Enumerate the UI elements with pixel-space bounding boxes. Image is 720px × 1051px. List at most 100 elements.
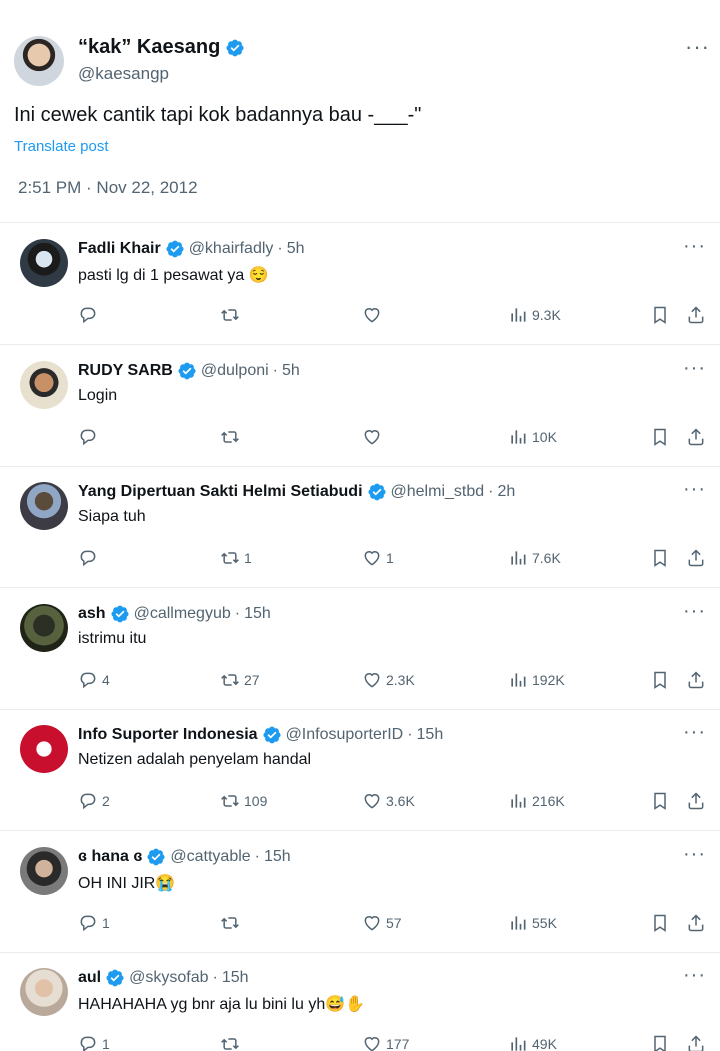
retweet-button[interactable]: 27	[220, 670, 260, 690]
like-button[interactable]: 177	[362, 1034, 409, 1051]
views-button[interactable]: 49K	[508, 1034, 557, 1051]
reply-time[interactable]: 15h	[222, 969, 249, 987]
more-icon[interactable]: ···	[683, 357, 706, 380]
reply-handle[interactable]: @skysofab	[129, 969, 208, 987]
reply-author-name[interactable]: ɞ hana ɞ	[78, 848, 142, 866]
main-handle[interactable]: @kaesangp	[78, 64, 169, 84]
reply-button[interactable]: 1	[78, 913, 110, 933]
bookmark-button[interactable]	[650, 305, 670, 325]
reply-item[interactable]: ash @callmegyub · 15h ··· istrimu itu 4 27 2.3K 1…	[0, 588, 720, 709]
views-button[interactable]: 7.6K	[508, 548, 561, 568]
avatar[interactable]	[20, 725, 68, 773]
reply-button[interactable]	[78, 548, 102, 568]
more-icon[interactable]: ···	[683, 235, 706, 258]
view-count: 9.3K	[532, 307, 561, 323]
reply-item[interactable]: Info Suporter Indonesia @InfosuporterID · 1…	[0, 709, 720, 830]
avatar[interactable]	[20, 239, 68, 287]
like-button[interactable]: 57	[362, 913, 402, 933]
reply-item[interactable]: Fadli Khair @khairfadly · 5h ··· pasti lg di …	[0, 223, 720, 344]
like-button[interactable]	[362, 305, 386, 325]
retweet-button[interactable]: 109	[220, 791, 267, 811]
views-button[interactable]: 192K	[508, 670, 565, 690]
reply-author-name[interactable]: aul	[78, 969, 101, 987]
retweet-button[interactable]	[220, 1034, 244, 1051]
reply-handle[interactable]: @khairfadly	[189, 240, 274, 258]
more-icon[interactable]: ···	[683, 843, 706, 866]
reply-handle[interactable]: @helmi_stbd	[391, 483, 485, 501]
reply-time[interactable]: 5h	[287, 240, 305, 258]
retweet-button[interactable]	[220, 427, 244, 447]
more-icon[interactable]: ···	[683, 600, 706, 623]
more-icon[interactable]: ···	[683, 478, 706, 501]
reply-button[interactable]: 1	[78, 1034, 110, 1051]
reply-handle[interactable]: @InfosuporterID	[286, 726, 404, 744]
main-display-name[interactable]: “kak” Kaesang	[78, 36, 220, 59]
reply-author-name[interactable]: Yang Dipertuan Sakti Helmi Setiabudi	[78, 483, 363, 501]
retweet-button[interactable]	[220, 913, 244, 933]
share-button[interactable]	[686, 913, 706, 933]
reply-handle[interactable]: @callmegyub	[134, 605, 231, 623]
reply-button[interactable]: 4	[78, 670, 110, 690]
share-button[interactable]	[686, 670, 706, 690]
bookmark-button[interactable]	[650, 548, 670, 568]
reply-time[interactable]: 5h	[282, 362, 300, 380]
translate-post-link[interactable]: Translate post	[14, 138, 109, 155]
share-button[interactable]	[686, 791, 706, 811]
bookmark-button[interactable]	[650, 791, 670, 811]
reply-header: Fadli Khair @khairfadly · 5h	[78, 239, 305, 259]
avatar[interactable]	[20, 968, 68, 1016]
view-count: 55K	[532, 914, 557, 931]
reply-handle[interactable]: @dulponi	[201, 362, 269, 380]
share-button[interactable]	[686, 427, 706, 447]
reply-button[interactable]	[78, 427, 102, 447]
views-button[interactable]: 10K	[508, 427, 557, 447]
post-timestamp[interactable]: 2:51 PM · Nov 22, 2012	[18, 178, 198, 198]
main-author-name[interactable]: “kak” Kaesang	[78, 36, 245, 59]
bookmark-button[interactable]	[650, 670, 670, 690]
reply-count: 1	[102, 914, 110, 931]
reply-time[interactable]: 15h	[417, 726, 444, 744]
views-button[interactable]: 216K	[508, 791, 565, 811]
avatar[interactable]	[20, 482, 68, 530]
reply-item[interactable]: Yang Dipertuan Sakti Helmi Setiabudi @hel…	[0, 466, 720, 587]
reply-button[interactable]: 2	[78, 791, 110, 811]
share-button[interactable]	[686, 305, 706, 325]
share-button[interactable]	[686, 1034, 706, 1051]
views-icon	[511, 672, 526, 687]
avatar[interactable]	[14, 36, 64, 86]
views-button[interactable]: 9.3K	[508, 305, 561, 325]
reply-author-name[interactable]: Info Suporter Indonesia	[78, 726, 258, 744]
reply-handle[interactable]: @cattyable	[170, 848, 250, 866]
reply-author-name[interactable]: Fadli Khair	[78, 240, 161, 258]
reply-button[interactable]	[78, 305, 102, 325]
reply-time[interactable]: 15h	[264, 848, 291, 866]
like-button[interactable]	[362, 427, 386, 447]
share-button[interactable]	[686, 548, 706, 568]
reply-item[interactable]: RUDY SARB @dulponi · 5h ··· Login 10K	[0, 345, 720, 466]
avatar[interactable]	[20, 846, 68, 895]
like-button[interactable]: 1	[362, 548, 394, 568]
bookmark-button[interactable]	[650, 913, 670, 933]
separator-dot: ·	[488, 483, 494, 500]
views-button[interactable]: 55K	[508, 913, 557, 933]
more-icon[interactable]: ···	[685, 34, 710, 60]
retweet-icon	[221, 916, 239, 929]
reply-time[interactable]: 2h	[497, 483, 515, 501]
reply-item[interactable]: aul @skysofab · 15h ··· HAHAHAHA yg bnr aja l…	[0, 952, 720, 1051]
reply-icon	[80, 793, 96, 810]
more-icon[interactable]: ···	[683, 721, 706, 744]
reply-item[interactable]: ɞ hana ɞ @cattyable · 15h ··· OH INI JIR😭 1 57 5…	[0, 831, 720, 952]
like-button[interactable]: 2.3K	[362, 670, 415, 690]
avatar[interactable]	[20, 360, 68, 409]
more-icon[interactable]: ···	[683, 964, 706, 987]
reply-author-name[interactable]: ash	[78, 605, 106, 623]
reply-time[interactable]: 15h	[244, 605, 271, 623]
bookmark-icon	[654, 671, 666, 689]
like-button[interactable]: 3.6K	[362, 791, 415, 811]
retweet-button[interactable]: 1	[220, 548, 252, 568]
bookmark-button[interactable]	[650, 1034, 670, 1051]
bookmark-button[interactable]	[650, 427, 670, 447]
avatar[interactable]	[20, 603, 68, 652]
reply-author-name[interactable]: RUDY SARB	[78, 362, 173, 380]
retweet-button[interactable]	[220, 305, 244, 325]
